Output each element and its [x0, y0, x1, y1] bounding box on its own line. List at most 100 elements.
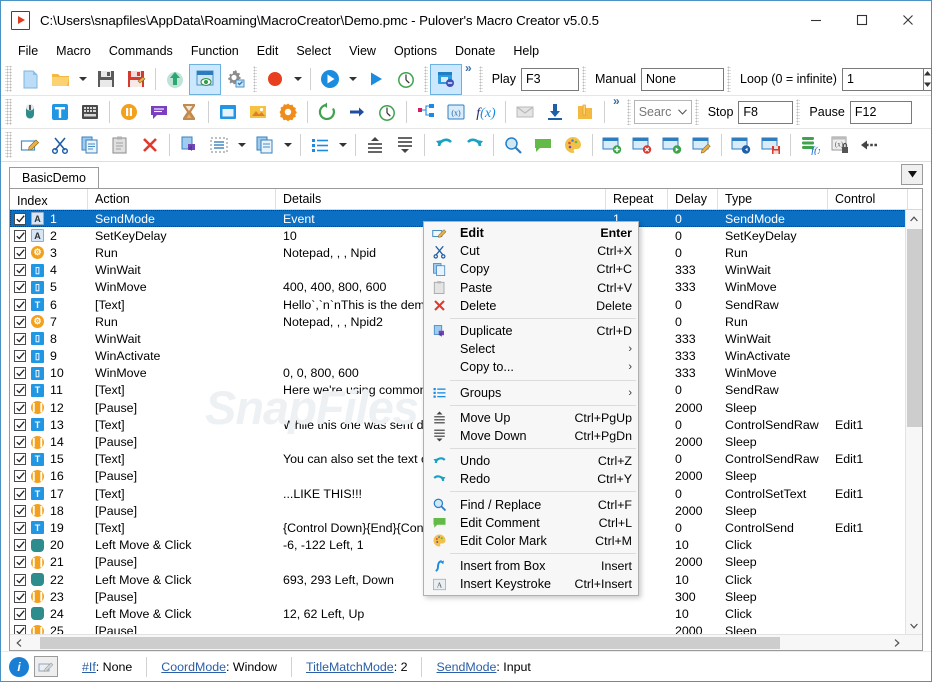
- loop-spinner[interactable]: [923, 67, 932, 91]
- vertical-scroll-track[interactable]: [906, 227, 923, 617]
- remove-row-button[interactable]: [627, 131, 657, 160]
- context-menu-item-undo[interactable]: Undo Ctrl+Z: [424, 452, 638, 470]
- context-menu-item-insert-keystroke[interactable]: A Insert Keystroke Ctrl+Insert: [424, 575, 638, 593]
- close-button[interactable]: [885, 1, 931, 39]
- row-checkbox[interactable]: [14, 212, 26, 225]
- settings-gear-button[interactable]: [220, 65, 250, 94]
- maximize-button[interactable]: [839, 1, 885, 39]
- play-simple-button[interactable]: [361, 65, 391, 94]
- toolbar-overflow-1[interactable]: »: [461, 61, 476, 75]
- menu-file[interactable]: File: [9, 41, 47, 61]
- vertical-scrollbar[interactable]: [905, 210, 922, 634]
- menu-function[interactable]: Function: [182, 41, 248, 61]
- window-command-button[interactable]: [213, 98, 243, 127]
- record-dropdown-button[interactable]: [290, 65, 306, 94]
- tab-dropdown-button[interactable]: [901, 164, 923, 185]
- row-checkbox[interactable]: [14, 384, 26, 397]
- status-titlematchmode[interactable]: TitleMatchMode: 2: [292, 660, 421, 674]
- status-if[interactable]: #If: None: [68, 660, 146, 674]
- goto-command-button[interactable]: [342, 98, 372, 127]
- column-header-action[interactable]: Action: [88, 189, 276, 209]
- find-replace-button[interactable]: [498, 131, 528, 160]
- edit-comment-button[interactable]: [528, 131, 558, 160]
- mouse-command-button[interactable]: [15, 98, 45, 127]
- play-dropdown-button[interactable]: [345, 65, 361, 94]
- context-menu-item-insert-from-box[interactable]: Insert from Box Insert: [424, 557, 638, 575]
- edit-row-props-button[interactable]: [687, 131, 717, 160]
- context-menu-item-copy[interactable]: Copy Ctrl+C: [424, 260, 638, 278]
- status-titlematchmode-link[interactable]: TitleMatchMode: [306, 660, 394, 674]
- minimize-button[interactable]: [793, 1, 839, 39]
- context-menu-item-redo[interactable]: Redo Ctrl+Y: [424, 470, 638, 488]
- groups-dropdown-button[interactable]: [335, 131, 351, 160]
- timer-command-button[interactable]: [372, 98, 402, 127]
- insert-row-button[interactable]: [597, 131, 627, 160]
- play-hotkey-input[interactable]: [521, 67, 580, 91]
- context-menu-item-groups[interactable]: Groups ›: [424, 384, 638, 402]
- row-context-menu[interactable]: Edit Enter Cut Ctrl+X Copy Ctrl+C Paste Ctrl+V D…: [423, 221, 639, 597]
- row-checkbox[interactable]: [14, 573, 26, 586]
- stop-hotkey-input[interactable]: [738, 100, 794, 124]
- toolbar-grip[interactable]: [5, 99, 12, 125]
- copy-button[interactable]: [75, 131, 105, 160]
- loop-input[interactable]: [841, 67, 924, 91]
- context-menu-item-select[interactable]: Select ›: [424, 340, 638, 358]
- paste-button[interactable]: [105, 131, 135, 160]
- select-all-button[interactable]: [204, 131, 234, 160]
- row-checkbox[interactable]: [14, 521, 26, 534]
- table-row[interactable]: 24 Left Move & Click 12, 62 Left, Up 10 Clic…: [10, 605, 922, 622]
- function-command-button[interactable]: f(x): [471, 98, 501, 127]
- duplicate-button[interactable]: [174, 131, 204, 160]
- edit-pencil-icon[interactable]: [34, 656, 58, 677]
- preview-script-button[interactable]: [189, 63, 221, 95]
- groups-button[interactable]: [305, 131, 335, 160]
- status-coordmode-link[interactable]: CoordMode: [161, 660, 226, 674]
- new-macro-button[interactable]: [15, 65, 45, 94]
- scroll-left-arrow[interactable]: [10, 635, 27, 651]
- variable-command-button[interactable]: (x): [441, 98, 471, 127]
- menu-edit[interactable]: Edit: [248, 41, 288, 61]
- reset-button[interactable]: [855, 131, 885, 160]
- toolbar-grip[interactable]: [5, 66, 12, 92]
- row-checkbox[interactable]: [14, 229, 26, 242]
- toolbar-overflow-2[interactable]: »: [609, 94, 624, 108]
- timer-button[interactable]: [391, 65, 421, 94]
- column-header-repeat[interactable]: Repeat: [606, 189, 668, 209]
- row-checkbox[interactable]: [14, 350, 26, 363]
- row-checkbox[interactable]: [14, 281, 26, 294]
- save-button[interactable]: [91, 65, 121, 94]
- table-row[interactable]: ❙❙ 25 [Pause] 2000 Sleep: [10, 623, 922, 634]
- column-header-details[interactable]: Details: [276, 189, 606, 209]
- row-checkbox[interactable]: [14, 264, 26, 277]
- context-menu-item-copy-to[interactable]: Copy to... ›: [424, 358, 638, 376]
- row-checkbox[interactable]: [14, 453, 26, 466]
- move-up-button[interactable]: [360, 131, 390, 160]
- row-checkbox[interactable]: [14, 504, 26, 517]
- run-row-button[interactable]: [657, 131, 687, 160]
- edit-color-mark-button[interactable]: [558, 131, 588, 160]
- menu-donate[interactable]: Donate: [446, 41, 504, 61]
- keyboard-command-button[interactable]: [75, 98, 105, 127]
- menu-commands[interactable]: Commands: [100, 41, 182, 61]
- lock-variable-button[interactable]: (x): [825, 131, 855, 160]
- vertical-scroll-thumb[interactable]: [906, 229, 922, 427]
- column-header-delay[interactable]: Delay: [668, 189, 718, 209]
- row-checkbox[interactable]: [14, 315, 26, 328]
- row-checkbox[interactable]: [14, 332, 26, 345]
- row-checkbox[interactable]: [14, 556, 26, 569]
- row-checkbox[interactable]: [14, 418, 26, 431]
- cut-button[interactable]: [45, 131, 75, 160]
- context-menu-item-paste[interactable]: Paste Ctrl+V: [424, 279, 638, 297]
- loop-command-button[interactable]: [312, 98, 342, 127]
- row-checkbox[interactable]: [14, 487, 26, 500]
- context-menu-item-move-down[interactable]: Move Down Ctrl+PgDn: [424, 427, 638, 445]
- scroll-down-arrow[interactable]: [906, 617, 923, 634]
- context-menu-item-duplicate[interactable]: Duplicate Ctrl+D: [424, 322, 638, 340]
- text-command-button[interactable]: [45, 98, 75, 127]
- status-if-link[interactable]: #If: [82, 660, 96, 674]
- hourglass-command-button[interactable]: [174, 98, 204, 127]
- menu-help[interactable]: Help: [504, 41, 548, 61]
- horizontal-scroll-thumb[interactable]: [40, 637, 780, 649]
- scroll-up-arrow[interactable]: [906, 210, 923, 227]
- open-macro-button[interactable]: [45, 65, 75, 94]
